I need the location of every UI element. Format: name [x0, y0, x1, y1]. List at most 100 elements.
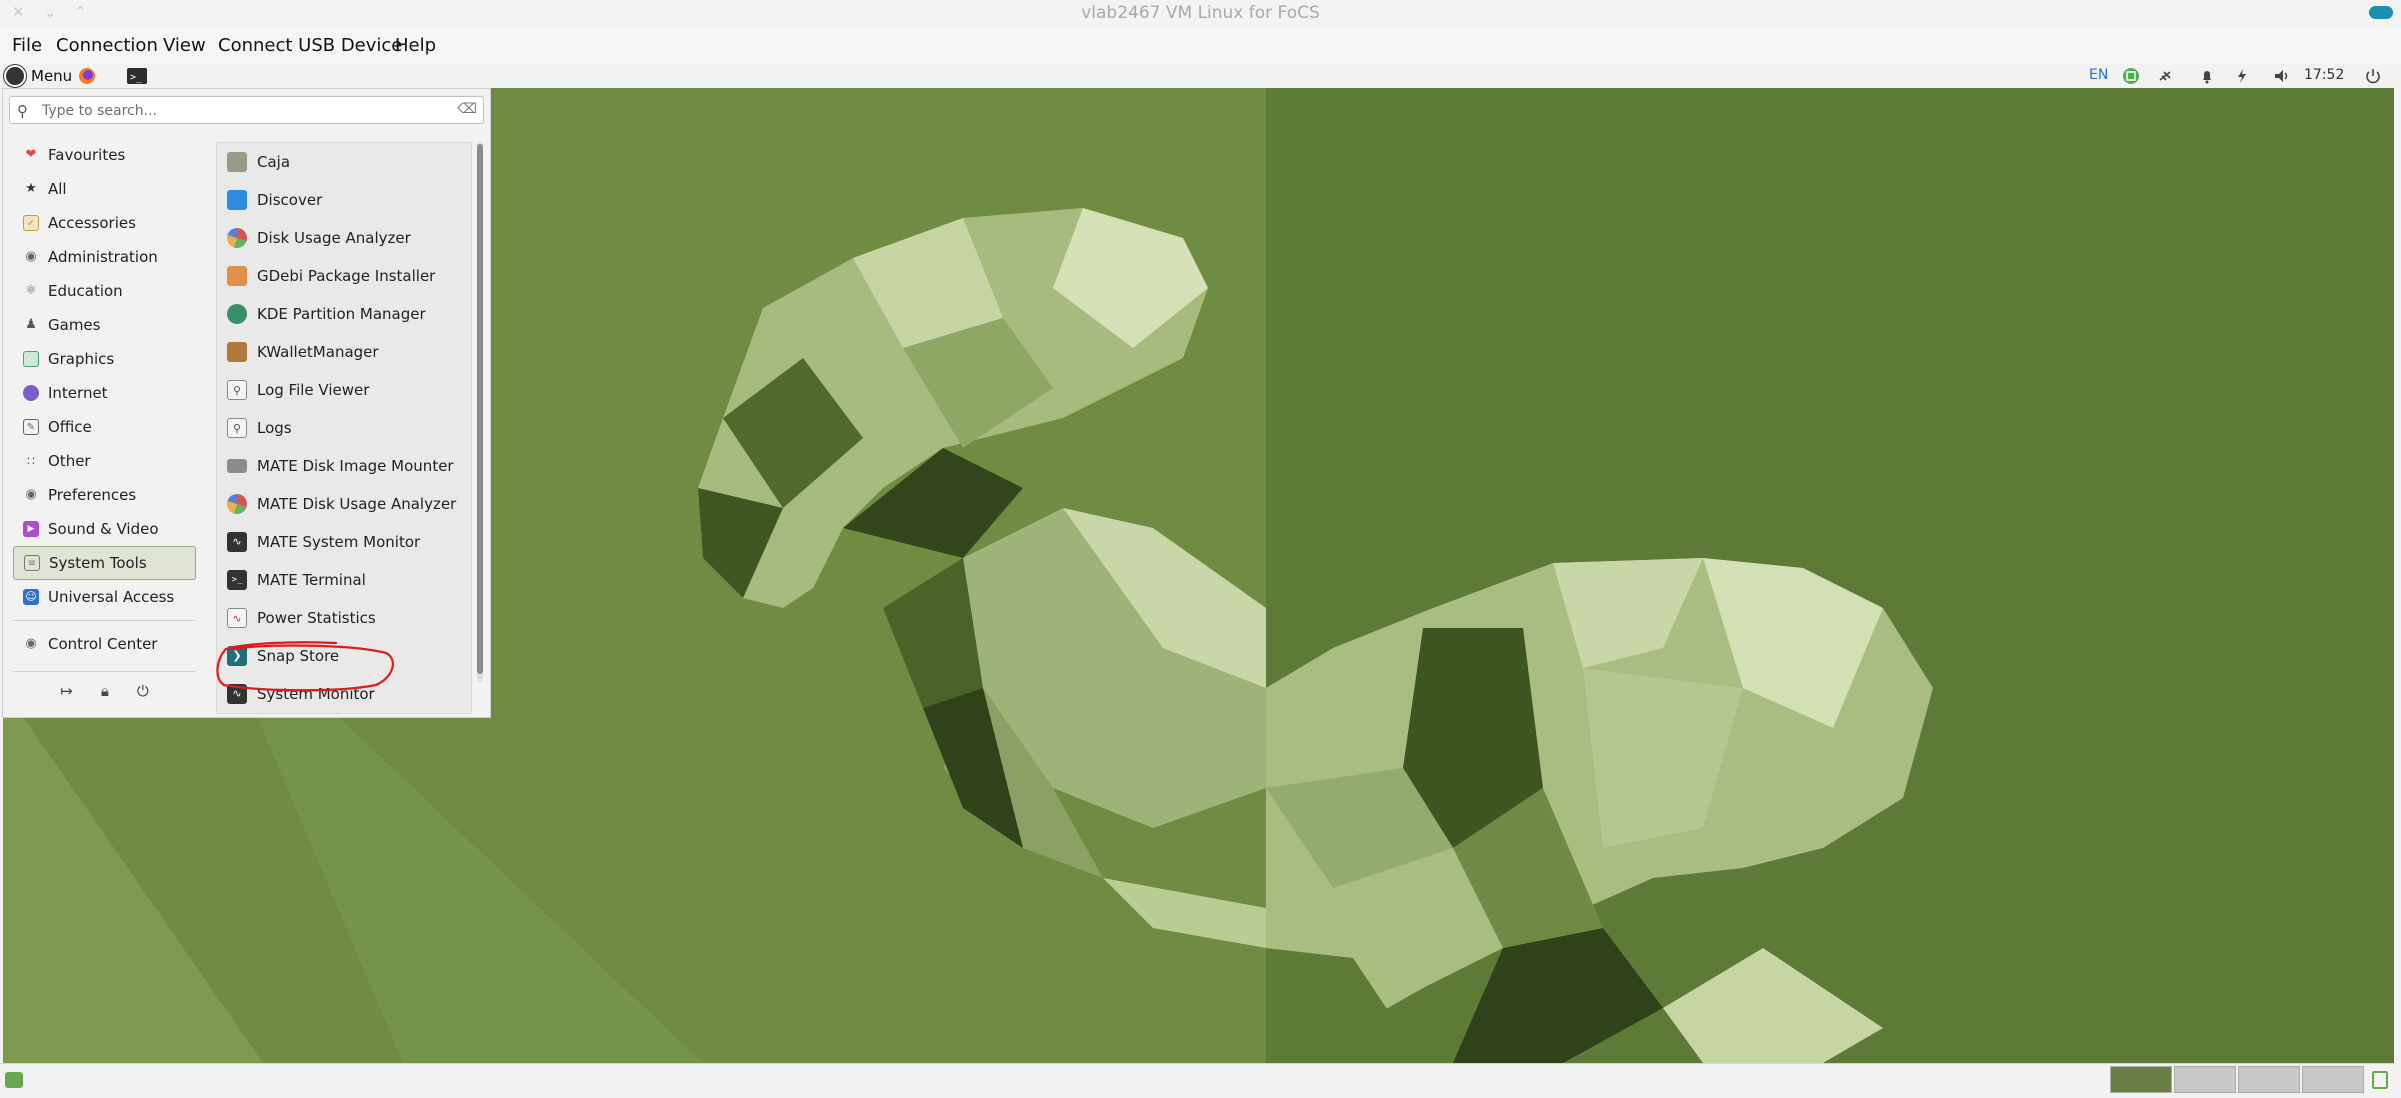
- category-label: Preferences: [48, 486, 137, 504]
- app-log-file-viewer[interactable]: ⚲ Log File Viewer: [217, 371, 471, 409]
- category-graphics[interactable]: Graphics: [13, 342, 196, 376]
- category-favourites[interactable]: ❤ Favourites: [13, 138, 196, 172]
- category-separator: [13, 620, 196, 621]
- category-label: Accessories: [48, 214, 136, 232]
- keyboard-layout[interactable]: EN: [2089, 67, 2108, 87]
- terminal-icon: >_: [227, 570, 247, 590]
- lock-screen-icon[interactable]: ↦: [60, 682, 73, 700]
- app-label: MATE Disk Usage Analyzer: [257, 495, 457, 513]
- log-file-viewer-icon: ⚲: [227, 380, 247, 400]
- education-icon: ⚛: [25, 283, 37, 298]
- control-center-icon: ◉: [25, 636, 37, 651]
- category-games[interactable]: ♟ Games: [13, 308, 196, 342]
- category-system-tools[interactable]: ≡ System Tools: [13, 546, 196, 580]
- app-gdebi[interactable]: GDebi Package Installer: [217, 257, 471, 295]
- control-center-item[interactable]: ◉ Control Center: [13, 627, 196, 661]
- mate-disk-usage-analyzer-icon: [227, 494, 247, 514]
- administration-icon: ◉: [25, 249, 37, 264]
- app-system-monitor[interactable]: ∿ System Monitor: [217, 675, 471, 713]
- cloud-icon[interactable]: [2369, 6, 2393, 19]
- power-icon[interactable]: ⏻: [137, 682, 149, 700]
- power-icon[interactable]: [2363, 66, 2383, 86]
- app-power-statistics[interactable]: ∿ Power Statistics: [217, 599, 471, 637]
- menu-button[interactable]: Menu: [4, 65, 72, 87]
- menu-button-label: Menu: [31, 67, 73, 85]
- search-input[interactable]: [40, 100, 444, 122]
- app-label: Log File Viewer: [257, 381, 370, 399]
- volume-icon[interactable]: [2272, 66, 2292, 86]
- category-sound-video[interactable]: ▶ Sound & Video: [13, 512, 196, 546]
- power-plug-icon[interactable]: [2232, 66, 2252, 86]
- category-preferences[interactable]: ◉ Preferences: [13, 478, 196, 512]
- app-kwalletmanager[interactable]: KWalletManager: [217, 333, 471, 371]
- bottom-panel: [0, 1063, 2394, 1095]
- app-caja[interactable]: Caja: [217, 143, 471, 181]
- app-label: Caja: [257, 153, 291, 171]
- category-label: Games: [48, 316, 101, 334]
- trash-icon[interactable]: [2372, 1071, 2388, 1089]
- app-label: KDE Partition Manager: [257, 305, 426, 323]
- sound-video-icon: ▶: [23, 521, 39, 537]
- disk-image-mounter-icon: [227, 459, 247, 473]
- scrollbar-thumb[interactable]: [477, 144, 483, 674]
- ubuntu-mate-logo-icon: [4, 65, 26, 87]
- app-snap-store[interactable]: ❯ Snap Store: [217, 637, 471, 675]
- search-box: ⚲ ⌫: [9, 96, 484, 124]
- app-label: MATE Terminal: [257, 571, 366, 589]
- category-label: Universal Access: [48, 588, 175, 606]
- menu-view[interactable]: View: [163, 35, 206, 56]
- system-monitor-icon: ∿: [227, 532, 247, 552]
- app-disk-usage-analyzer[interactable]: Disk Usage Analyzer: [217, 219, 471, 257]
- category-accessories[interactable]: ✓ Accessories: [13, 206, 196, 240]
- snap-store-icon: ❯: [227, 646, 247, 666]
- workspace-4[interactable]: [2302, 1066, 2364, 1093]
- star-icon: ★: [25, 181, 37, 196]
- heart-icon: ❤: [25, 147, 37, 162]
- terminal-icon[interactable]: >_: [126, 66, 148, 86]
- category-label: System Tools: [49, 554, 147, 572]
- firefox-icon[interactable]: [76, 66, 98, 86]
- category-administration[interactable]: ◉ Administration: [13, 240, 196, 274]
- update-icon[interactable]: [2121, 66, 2141, 86]
- app-disk-image-mounter[interactable]: MATE Disk Image Mounter: [217, 447, 471, 485]
- app-kde-partition-manager[interactable]: KDE Partition Manager: [217, 295, 471, 333]
- app-label: Discover: [257, 191, 323, 209]
- host-menubar: File Connection View Connect USB Device …: [0, 27, 2401, 64]
- app-mate-terminal[interactable]: >_ MATE Terminal: [217, 561, 471, 599]
- app-label: KWalletManager: [257, 343, 379, 361]
- workspace-2[interactable]: [2174, 1066, 2236, 1093]
- window-title: vlab2467 VM Linux for FoCS: [1081, 3, 1320, 23]
- app-mate-system-monitor[interactable]: ∿ MATE System Monitor: [217, 523, 471, 561]
- category-all[interactable]: ★ All: [13, 172, 196, 206]
- category-universal-access[interactable]: ☺ Universal Access: [13, 580, 196, 614]
- menu-connect-usb[interactable]: Connect USB Device: [218, 35, 402, 56]
- other-icon: ∷: [27, 454, 35, 468]
- app-discover[interactable]: Discover: [217, 181, 471, 219]
- menu-help[interactable]: Help: [395, 35, 436, 56]
- clock[interactable]: 17:52: [2304, 67, 2344, 87]
- lock-icon[interactable]: 🔒︎: [101, 682, 109, 700]
- application-list-scrollbar[interactable]: [477, 142, 483, 682]
- show-desktop-icon[interactable]: [5, 1072, 23, 1088]
- menu-connection[interactable]: Connection: [56, 35, 158, 56]
- clear-search-icon[interactable]: ⌫: [457, 101, 477, 117]
- category-internet[interactable]: Internet: [13, 376, 196, 410]
- games-icon: ♟: [25, 317, 37, 332]
- notification-bell-icon[interactable]: [2197, 66, 2217, 86]
- app-logs[interactable]: ⚲ Logs: [217, 409, 471, 447]
- menu-file[interactable]: File: [12, 35, 42, 56]
- category-label: Graphics: [48, 350, 115, 368]
- internet-icon: [23, 385, 39, 401]
- category-label: Favourites: [48, 146, 126, 164]
- menu-session-buttons: ↦ 🔒︎ ⏻: [13, 671, 196, 700]
- disk-usage-analyzer-icon: [227, 228, 247, 248]
- workspace-3[interactable]: [2238, 1066, 2300, 1093]
- category-education[interactable]: ⚛ Education: [13, 274, 196, 308]
- network-icon[interactable]: [2155, 66, 2175, 86]
- workspace-1[interactable]: [2110, 1066, 2172, 1093]
- gdebi-icon: [227, 266, 247, 286]
- category-other[interactable]: ∷ Other: [13, 444, 196, 478]
- category-label: Sound & Video: [48, 520, 159, 538]
- app-mate-disk-usage-analyzer[interactable]: MATE Disk Usage Analyzer: [217, 485, 471, 523]
- category-office[interactable]: ✎ Office: [13, 410, 196, 444]
